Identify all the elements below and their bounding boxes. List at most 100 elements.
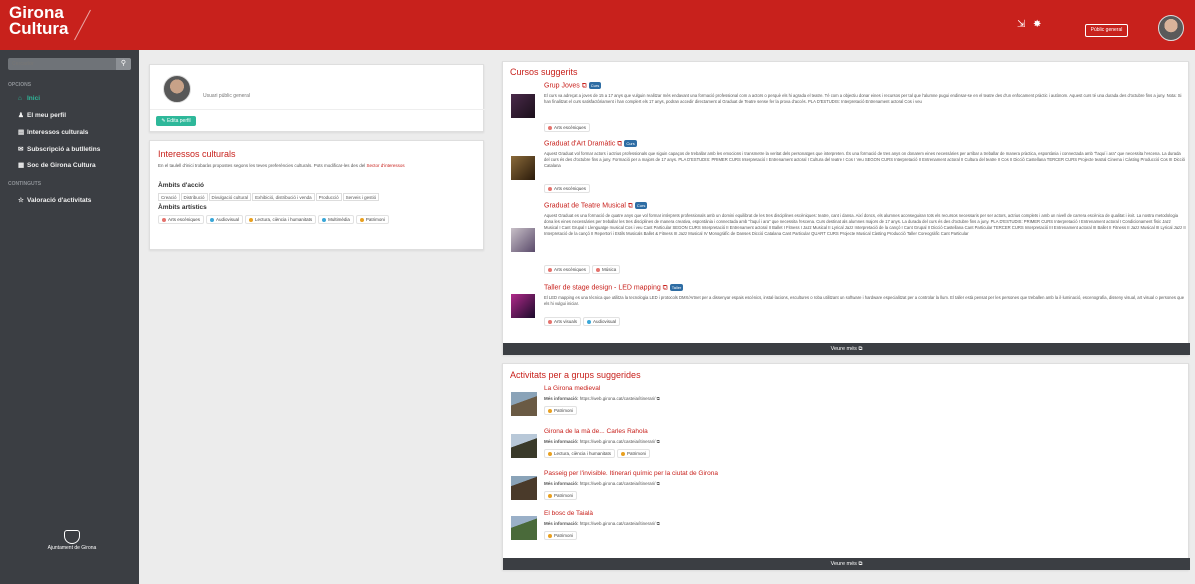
dot-icon	[548, 125, 552, 130]
course-item: Graduat d'Art Dramàtic ⧉ Curs Aquest Grad…	[511, 140, 1186, 195]
course-tags: Arts visuals Audiovisual	[544, 317, 622, 326]
course-title[interactable]: Grup Joves ⧉ Curs	[544, 82, 602, 90]
tag-pill: Música	[592, 265, 621, 274]
dot-icon	[596, 267, 601, 272]
activity-info: Més informació: https://web.girona.cat/c…	[544, 481, 660, 486]
sidebar-item-label: Inici	[27, 95, 41, 102]
gear-icon[interactable]: ✸	[1033, 20, 1041, 30]
ambits-accio-list: Creació Distribució Divulgació cultural Exh…	[158, 193, 380, 201]
dot-icon	[548, 451, 552, 456]
tag-pill: Patrimoni	[544, 406, 578, 415]
activity-thumbnail[interactable]	[511, 516, 537, 540]
course-title[interactable]: Graduat d'Art Dramàtic ⧉ Curs	[544, 140, 637, 148]
tag: Divulgació cultural	[208, 193, 252, 201]
activity-tags: Patrimoni	[544, 406, 579, 415]
dot-icon	[548, 408, 552, 413]
course-description: Aquest Graduat vol formar actors i actri…	[544, 151, 1185, 168]
avatar[interactable]	[1158, 15, 1184, 41]
course-description: El LED mapping es una tècnica que utilit…	[544, 295, 1185, 306]
search-button[interactable]: ⚲	[116, 58, 131, 70]
ajuntament-logo: Ajuntament de Girona	[32, 530, 112, 551]
activity-link[interactable]: https://web.girona.cat/casteia/itinerari…	[580, 481, 660, 486]
course-badge: Curs	[634, 202, 648, 209]
activity-thumbnail[interactable]	[511, 476, 537, 500]
interests-link[interactable]: Sector d'interessos	[366, 163, 404, 168]
activity-tags: Patrimoni	[544, 531, 579, 540]
activities-more-button[interactable]: Veure més ⧉	[503, 558, 1190, 570]
course-thumbnail[interactable]	[511, 294, 535, 318]
activity-link[interactable]: https://web.girona.cat/casteia/itinerari…	[580, 396, 660, 401]
public-general-button[interactable]: Públic general	[1085, 24, 1128, 37]
activity-item: El bosc de Taialà Més informació: https:…	[511, 510, 1181, 542]
mail-icon: ✉	[18, 146, 24, 153]
courses-more-button[interactable]: Veure més ⧉	[503, 343, 1190, 355]
tag-pill: Arts visuals	[544, 317, 582, 326]
tag: Distribució	[180, 193, 208, 201]
sidebar-item-inici[interactable]: ⌂ Inici	[18, 95, 40, 102]
activity-item: Passeig per l'invisible. Itinerari quími…	[511, 470, 1181, 502]
ambits-accio-title: Àmbits d'acció	[158, 182, 204, 189]
dot-icon	[548, 186, 552, 191]
tag-pill: Lectura, ciència i humanitats	[245, 215, 317, 224]
dot-icon	[587, 319, 592, 324]
course-badge: Curs	[624, 140, 637, 147]
sidebar-item-interests[interactable]: ▤ Interessos culturals	[18, 128, 88, 136]
activity-item: Girona de la mà de... Carles Rahola Més …	[511, 428, 1181, 460]
sidebar-item-profile[interactable]: ♟ El meu perfil	[18, 111, 66, 119]
dot-icon	[359, 217, 364, 222]
course-tags: Arts escèniques	[544, 184, 592, 193]
tag: Serveis i gestió	[342, 193, 380, 201]
activity-thumbnail[interactable]	[511, 392, 537, 416]
activity-title[interactable]: El bosc de Taialà	[544, 510, 593, 517]
tag-pill: Patrimoni	[617, 449, 651, 458]
course-title[interactable]: Taller de stage design - LED mapping ⧉ Ta…	[544, 284, 684, 292]
star-icon: ☆	[18, 197, 24, 204]
course-thumbnail[interactable]	[511, 94, 535, 118]
activity-link[interactable]: https://web.girona.cat/casteia/itinerari…	[580, 439, 660, 444]
activity-info: Més informació: https://web.girona.cat/c…	[544, 396, 660, 401]
course-description: El curs va adreçat a joves de 15 a 17 an…	[544, 93, 1182, 104]
avatar	[163, 75, 191, 103]
activity-title[interactable]: Girona de la mà de... Carles Rahola	[544, 428, 648, 435]
sidebar: ⚲ OPCIONS ⌂ Inici ♟El meu perfil ▤Interes…	[0, 50, 139, 584]
activity-link[interactable]: https://web.girona.cat/casteia/itinerari…	[580, 521, 660, 526]
dot-icon	[621, 451, 626, 456]
book-icon: ▤	[18, 129, 25, 136]
dot-icon	[548, 533, 552, 538]
activity-thumbnail[interactable]	[511, 434, 537, 458]
exit-icon[interactable]: ⇲	[1017, 20, 1025, 30]
tag-pill: Patrimoni	[355, 215, 389, 224]
activity-info: Més informació: https://web.girona.cat/c…	[544, 521, 660, 526]
user-type: Usuari públic general	[203, 93, 250, 99]
dot-icon	[548, 319, 552, 324]
activity-title[interactable]: Passeig per l'invisible. Itinerari quími…	[544, 470, 718, 477]
course-tags: Arts escèniques Música	[544, 265, 622, 274]
tag: Exhibició, distribució i venda	[252, 193, 315, 201]
ambits-artistics-list: Arts escèniques Audiovisual Lectura, ciènc…	[158, 215, 391, 224]
edit-profile-button[interactable]: ✎ Edita perfil	[156, 116, 196, 126]
ambits-artistics-title: Àmbits artístics	[158, 204, 207, 211]
home-icon: ⌂	[18, 95, 22, 102]
tag: Producció	[315, 193, 342, 201]
tag-pill: Audiovisual	[206, 215, 244, 224]
sidebar-item-label: Soc de Girona Cultura	[27, 162, 96, 169]
sidebar-item-label: Interessos culturals	[27, 129, 89, 136]
sidebar-item-ratings[interactable]: ☆ Valoració d'activitats	[18, 196, 91, 204]
search-input[interactable]	[8, 58, 116, 70]
dot-icon	[548, 493, 552, 498]
course-thumbnail[interactable]	[511, 228, 535, 252]
tag-pill: Multimèdia	[318, 215, 354, 224]
dot-icon	[210, 217, 215, 222]
girona-cultura-logo[interactable]: Girona Cultura	[9, 4, 69, 38]
sidebar-item-subscription[interactable]: ✉ Subscripció a butlletins	[18, 145, 100, 153]
activity-title[interactable]: La Girona medieval	[544, 385, 600, 392]
card-icon: ▦	[18, 162, 25, 169]
dot-icon	[548, 267, 552, 272]
course-thumbnail[interactable]	[511, 156, 535, 180]
top-header: Girona Cultura ⇲ ✸ Públic general	[0, 0, 1195, 50]
tag-pill: Audiovisual	[583, 317, 621, 326]
logo-line2: Cultura	[9, 19, 69, 38]
course-title[interactable]: Graduat de Teatre Musical ⧉ Curs	[544, 202, 648, 210]
divider	[150, 109, 485, 110]
sidebar-item-soc[interactable]: ▦ Soc de Girona Cultura	[18, 161, 96, 169]
